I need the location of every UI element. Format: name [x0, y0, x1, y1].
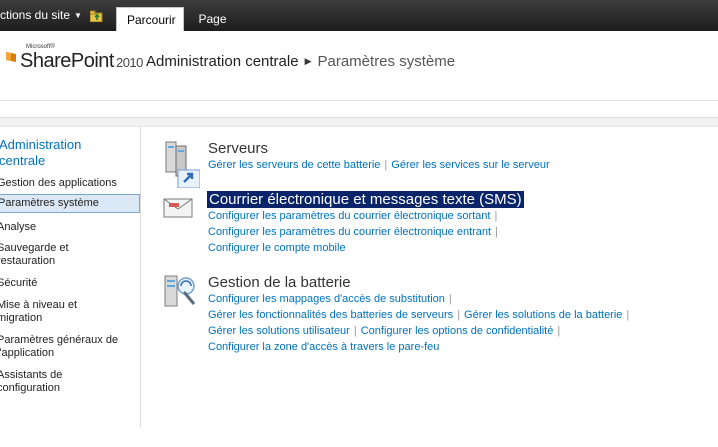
sidebar-item-securite[interactable]: Sécurité: [0, 277, 133, 290]
link-zone-pare-feu[interactable]: Configurer la zone d'accès à travers le …: [208, 341, 439, 353]
logo-year: 2010: [115, 55, 143, 70]
link-fonctionnalites-batteries[interactable]: Gérer les fonctionnalités des batteries …: [208, 309, 453, 321]
sidebar-item-analyse[interactable]: Analyse: [0, 221, 133, 234]
sharepoint-logo[interactable]: Microsoft® SharePoint 2010: [0, 44, 143, 84]
breadcrumb-arrow-icon: ▶: [304, 56, 312, 66]
title-area: Microsoft® SharePoint 2010 Administration…: [0, 31, 718, 101]
link-gerer-services[interactable]: Gérer les services sur le serveur: [391, 159, 549, 171]
navigate-up-icon[interactable]: [90, 10, 104, 22]
sidebar-item-assistants[interactable]: Assistants de configuration: [0, 369, 87, 395]
email-icon: [163, 198, 193, 218]
site-actions-menu[interactable]: ctions du site ▼: [0, 8, 82, 28]
servers-icon: [165, 141, 200, 188]
link-gerer-serveurs[interactable]: Gérer les serveurs de cette batterie: [208, 159, 380, 171]
separator: |: [457, 309, 461, 321]
separator: |: [353, 325, 357, 337]
link-row: Configurer les mappages d'accès de subst…: [208, 293, 456, 305]
link-row: Gérer les fonctionnalités des batteries …: [208, 309, 633, 321]
logo-main-text: SharePoint: [20, 50, 114, 72]
sidebar-item-parametres-systeme[interactable]: Paramètres système: [0, 194, 140, 213]
separator: |: [495, 226, 498, 238]
link-mappages-acces[interactable]: Configurer les mappages d'accès de subst…: [208, 293, 445, 305]
logo-wordmark: SharePoint 2010: [20, 50, 143, 73]
sidebar-item-mise-a-niveau[interactable]: Mise à niveau et migration: [0, 299, 97, 325]
header-divider: [0, 100, 718, 101]
link-row: Gérer les serveurs de cette batterie | Gér…: [208, 159, 550, 171]
breadcrumb-current: Paramètres système: [317, 53, 456, 70]
left-navigation: Administration centrale Gestion des appl…: [0, 127, 141, 427]
sharepoint-flag-icon: [6, 52, 16, 62]
breadcrumb-root[interactable]: Administration centrale: [146, 53, 299, 70]
link-row: Configurer la zone d'accès à travers le …: [208, 341, 439, 353]
link-row: Configurer le compte mobile: [208, 242, 346, 254]
separator: |: [384, 159, 388, 171]
separator: |: [448, 293, 452, 305]
link-row: Configurer les paramètres du courrier él…: [208, 226, 502, 238]
group-title-courrier: Courrier électronique et messages texte …: [207, 191, 524, 208]
sidebar-item-sauvegarde[interactable]: Sauvegarde et restauration: [0, 242, 97, 268]
link-compte-mobile[interactable]: Configurer le compte mobile: [208, 242, 346, 254]
breadcrumb: Administration centrale ▶ Paramètres systè…: [146, 53, 455, 70]
site-actions-label: ctions du site: [0, 8, 71, 22]
link-solutions-batterie[interactable]: Gérer les solutions de la batterie: [464, 309, 622, 321]
separator: |: [494, 210, 498, 222]
farm-management-icon: [164, 275, 196, 307]
sidebar-item-gestion-applications[interactable]: Gestion des applications: [0, 177, 133, 190]
separator: |: [557, 325, 561, 337]
link-courrier-sortant[interactable]: Configurer les paramètres du courrier él…: [208, 210, 490, 222]
group-title-batterie: Gestion de la batterie: [208, 274, 351, 291]
group-title-serveurs: Serveurs: [208, 140, 269, 157]
tab-page[interactable]: Page: [185, 7, 240, 31]
link-row: Configurer les paramètres du courrier él…: [208, 210, 501, 222]
tab-parcourir[interactable]: Parcourir: [116, 7, 184, 31]
chevron-down-icon: ▼: [74, 11, 82, 20]
link-row: Gérer les solutions utilisateur | Configur…: [208, 325, 564, 337]
link-options-confidentialite[interactable]: Configurer les options de confidentialit…: [361, 325, 554, 337]
content-top-bar: [0, 117, 718, 127]
link-solutions-utilisateur[interactable]: Gérer les solutions utilisateur: [208, 325, 350, 337]
link-courrier-entrant[interactable]: Configurer les paramètres du courrier él…: [208, 226, 491, 238]
quicklaunch-header[interactable]: Administration centrale: [0, 137, 117, 169]
ribbon-bar: ctions du site ▼ Parcourir Page: [0, 0, 718, 31]
sidebar-item-parametres-generaux[interactable]: Paramètres généraux de l'application: [0, 334, 121, 360]
separator: |: [626, 309, 630, 321]
